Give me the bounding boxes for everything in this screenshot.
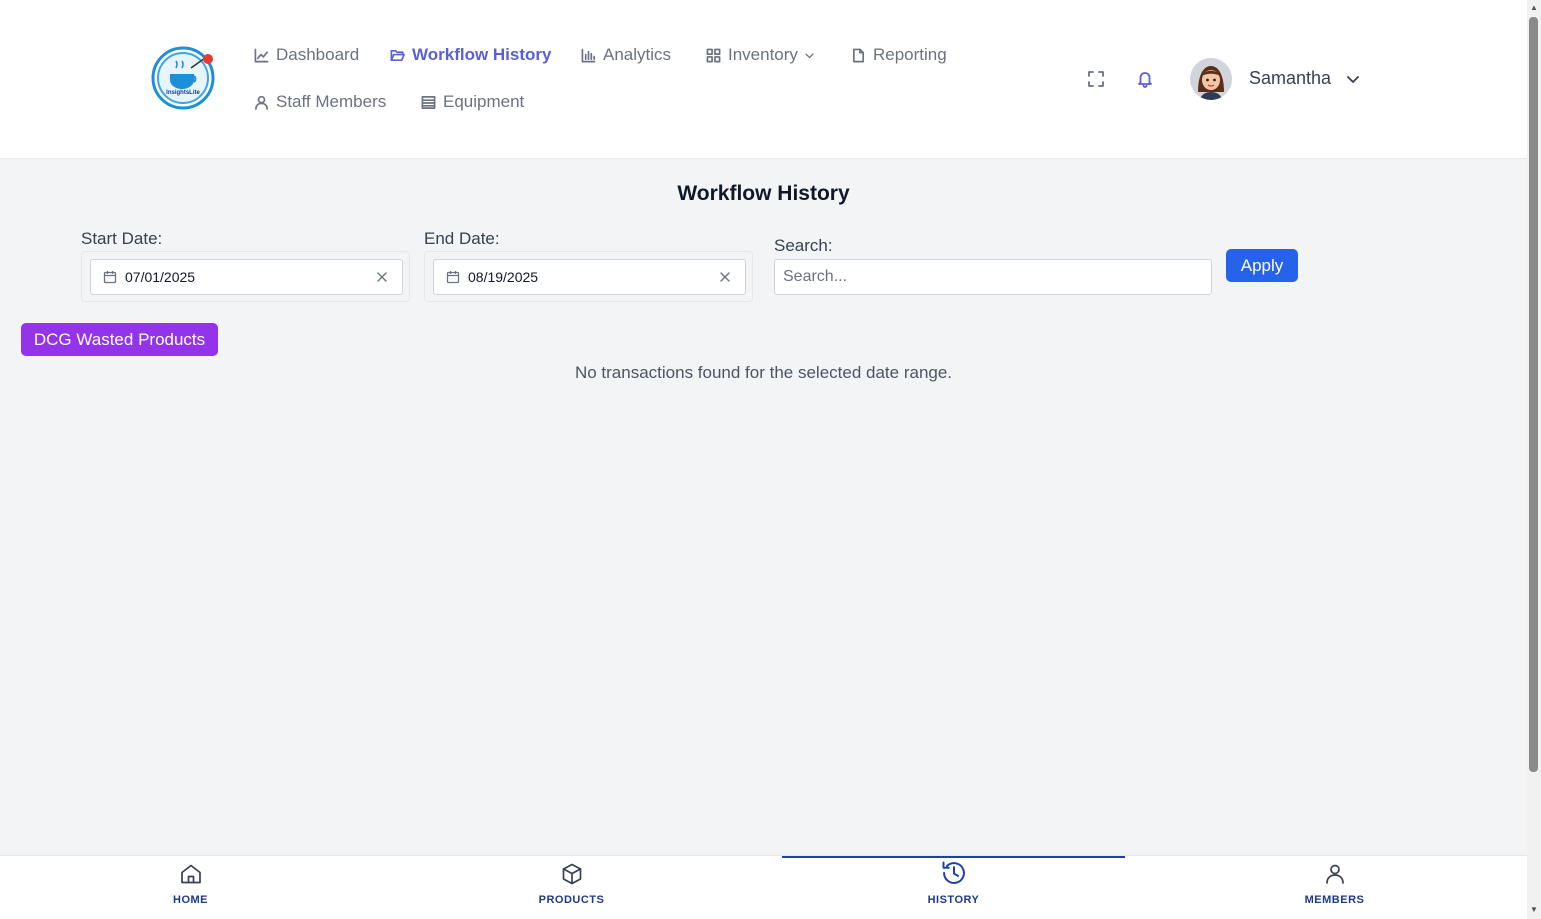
- user-avatar[interactable]: [1190, 58, 1232, 100]
- fullscreen-icon: [1088, 71, 1104, 87]
- bottom-nav-home[interactable]: HOME: [0, 856, 381, 919]
- grid-icon: [706, 48, 721, 62]
- nav-equipment[interactable]: Equipment: [421, 92, 524, 112]
- dcg-wasted-products-button[interactable]: DCG Wasted Products: [21, 323, 218, 356]
- scroll-down-arrow[interactable]: ▼: [1529, 905, 1539, 915]
- nav-label: Equipment: [443, 92, 525, 111]
- calendar-icon: [446, 271, 460, 284]
- bottom-nav-products[interactable]: PRODUCTS: [381, 856, 762, 919]
- bottom-nav-history[interactable]: HISTORY: [782, 856, 1125, 919]
- user-icon: [1325, 864, 1344, 884]
- scroll-up-arrow[interactable]: ▲: [1529, 3, 1539, 13]
- bottom-nav-label: HOME: [173, 894, 208, 906]
- user-menu-toggle[interactable]: [1345, 71, 1361, 87]
- start-date-input[interactable]: 07/01/2025: [90, 259, 403, 295]
- bottom-nav: HOME PRODUCTS HISTORY MEMBERS: [0, 855, 1527, 919]
- nav-label: Workflow History: [412, 45, 552, 64]
- app-logo[interactable]: InsightsLite: [151, 46, 215, 110]
- empty-state-message: No transactions found for the selected d…: [574, 363, 953, 382]
- chevron-down-icon: [1347, 76, 1359, 83]
- svg-text:InsightsLite: InsightsLite: [166, 90, 200, 96]
- nav-label: Inventory: [728, 45, 798, 64]
- home-icon: [180, 864, 201, 884]
- calendar-icon: [103, 271, 117, 284]
- fullscreen-button[interactable]: [1087, 70, 1107, 90]
- end-date-value: 08/19/2025: [468, 269, 539, 285]
- start-date-value: 07/01/2025: [125, 269, 196, 285]
- chevron-down-icon: [805, 53, 814, 58]
- history-icon: [942, 861, 965, 884]
- nav-inventory[interactable]: Inventory: [706, 45, 815, 65]
- close-icon[interactable]: [719, 271, 731, 283]
- line-chart-icon: [254, 48, 269, 62]
- search-input[interactable]: [774, 259, 1212, 295]
- end-date-input[interactable]: 08/19/2025: [433, 259, 746, 295]
- nav-workflow-history[interactable]: Workflow History: [390, 45, 551, 65]
- start-date-wrapper: 07/01/2025: [81, 251, 410, 302]
- bar-chart-icon: [581, 48, 596, 62]
- file-icon: [852, 48, 865, 62]
- page-title: Workflow History: [677, 182, 850, 205]
- nav-staff-members[interactable]: Staff Members: [254, 92, 386, 112]
- nav-analytics[interactable]: Analytics: [581, 45, 671, 65]
- nav-dashboard[interactable]: Dashboard: [254, 45, 359, 65]
- nav-label: Reporting: [873, 45, 947, 64]
- notifications-button[interactable]: [1136, 70, 1156, 90]
- bell-icon: [1138, 72, 1152, 88]
- nav-reporting[interactable]: Reporting: [851, 45, 947, 65]
- search-label: Search:: [774, 236, 833, 255]
- close-icon[interactable]: [376, 271, 388, 283]
- end-date-label: End Date:: [424, 229, 500, 248]
- user-icon: [255, 95, 268, 110]
- end-date-wrapper: 08/19/2025: [424, 251, 753, 302]
- list-icon: [421, 95, 436, 109]
- folder-open-icon: [390, 49, 405, 61]
- bottom-nav-label: PRODUCTS: [538, 894, 605, 906]
- nav-label: Analytics: [603, 45, 672, 64]
- nav-label: Dashboard: [276, 45, 360, 64]
- bottom-nav-members[interactable]: MEMBERS: [1144, 856, 1525, 919]
- nav-label: Staff Members: [276, 92, 387, 111]
- apply-button[interactable]: Apply: [1226, 249, 1298, 282]
- user-name[interactable]: Samantha: [1249, 68, 1331, 89]
- top-header: InsightsLite Dashboard Workflow History …: [0, 0, 1527, 159]
- start-date-label: Start Date:: [81, 229, 163, 248]
- box-icon: [562, 863, 581, 885]
- bottom-nav-label: HISTORY: [927, 894, 980, 906]
- bottom-nav-label: MEMBERS: [1304, 894, 1365, 906]
- scrollbar-thumb[interactable]: [1529, 17, 1538, 772]
